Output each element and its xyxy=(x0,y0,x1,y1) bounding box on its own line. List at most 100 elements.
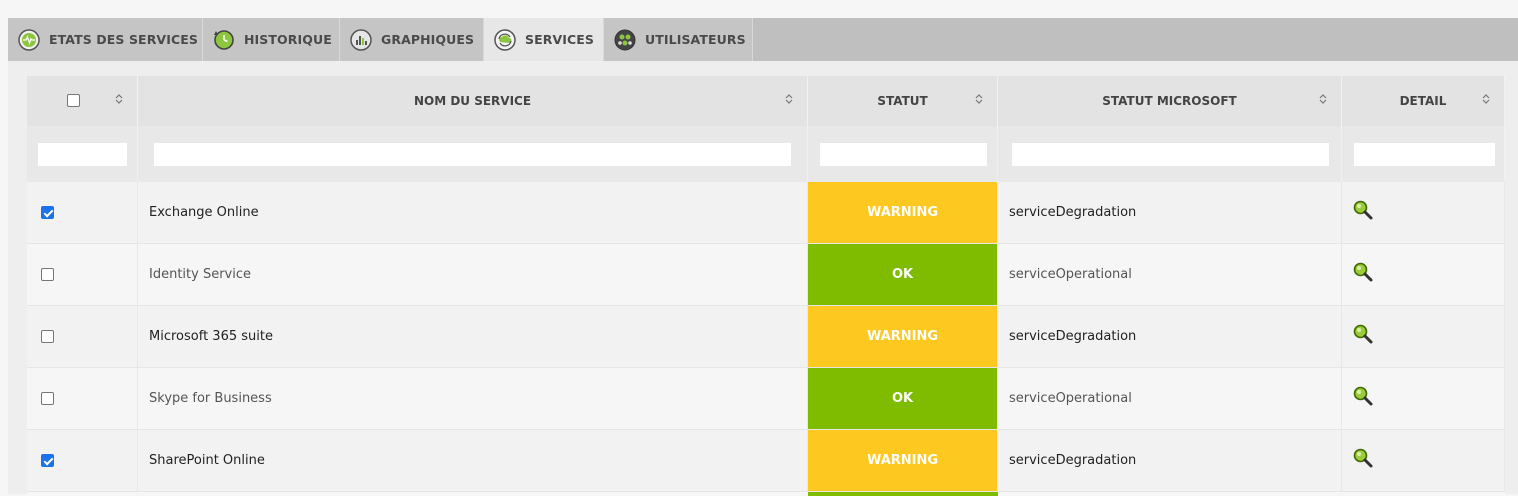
filter-cell xyxy=(808,126,998,182)
magnifier-detail-icon[interactable] xyxy=(1352,261,1374,283)
service-name-cell: Exchange Online xyxy=(138,182,808,244)
select-all-checkbox[interactable] xyxy=(67,94,80,107)
service-name: Exchange Online xyxy=(149,205,259,220)
table-row: Skype for Business OK serviceOperational xyxy=(27,368,1505,430)
sort-icon[interactable] xyxy=(1482,93,1490,105)
service-name-cell: SharePoint Online xyxy=(138,430,808,492)
tab-label: UTILISATEURS xyxy=(645,32,746,47)
cloud-sync-icon xyxy=(494,28,516,51)
ms-status: serviceDegradation xyxy=(1009,453,1137,468)
tab-historique[interactable]: HISTORIQUE xyxy=(203,18,340,61)
service-name-cell: Microsoft 365 suite xyxy=(138,306,808,368)
ms-status-cell: serviceDegradation xyxy=(998,430,1342,492)
filter-detail-input[interactable] xyxy=(1354,143,1495,166)
services-table: NOM DU SERVICE STATUT STATUT MICROSOFT D… xyxy=(27,76,1505,496)
service-name: Skype for Business xyxy=(149,391,272,406)
table-row-partial xyxy=(27,492,1505,496)
ms-status-cell: serviceOperational xyxy=(998,244,1342,306)
sort-icon[interactable] xyxy=(785,93,793,105)
detail-cell xyxy=(1342,182,1505,244)
filter-name-input[interactable] xyxy=(154,143,791,166)
detail-cell xyxy=(1342,368,1505,430)
filter-cell xyxy=(27,126,138,182)
status-badge: WARNING xyxy=(866,329,939,344)
row-checkbox[interactable] xyxy=(41,392,54,405)
ms-status: serviceOperational xyxy=(1009,391,1132,406)
row-select-cell xyxy=(27,182,138,244)
status-badge: WARNING xyxy=(866,205,939,220)
status-cell: WARNING xyxy=(808,182,998,244)
magnifier-detail-icon[interactable] xyxy=(1352,199,1374,221)
status-cell: WARNING xyxy=(808,430,998,492)
header-label: STATUT xyxy=(877,94,928,108)
service-name: SharePoint Online xyxy=(149,453,265,468)
detail-cell xyxy=(1342,244,1505,306)
row-checkbox[interactable] xyxy=(41,454,54,467)
filter-cell xyxy=(1342,126,1505,182)
service-name-cell: Identity Service xyxy=(138,244,808,306)
row-select-cell xyxy=(27,430,138,492)
filter-select-input[interactable] xyxy=(38,143,127,166)
table-row: Microsoft 365 suite WARNING serviceDegra… xyxy=(27,306,1505,368)
magnifier-detail-icon[interactable] xyxy=(1352,447,1374,469)
table-header-row: NOM DU SERVICE STATUT STATUT MICROSOFT D… xyxy=(27,76,1505,126)
tab-graphiques[interactable]: GRAPHIQUES xyxy=(340,18,484,61)
header-label: DETAIL xyxy=(1399,94,1447,108)
filter-cell xyxy=(138,126,808,182)
header-detail[interactable]: DETAIL xyxy=(1342,76,1505,126)
service-name: Identity Service xyxy=(149,267,252,282)
tab-etats-des-services[interactable]: ETATS DES SERVICES xyxy=(8,18,203,61)
ms-status: serviceDegradation xyxy=(1009,205,1137,220)
magnifier-detail-icon[interactable] xyxy=(1352,323,1374,345)
magnifier-detail-icon[interactable] xyxy=(1352,385,1374,407)
table-row: Identity Service OK serviceOperational xyxy=(27,244,1505,306)
row-select-cell xyxy=(27,244,138,306)
row-checkbox[interactable] xyxy=(41,330,54,343)
tab-bar: ETATS DES SERVICES HISTORIQUE GRAPHIQUES xyxy=(8,18,1518,61)
heartbeat-icon xyxy=(18,28,40,51)
detail-cell xyxy=(1342,306,1505,368)
table-row: SharePoint Online WARNING serviceDegrada… xyxy=(27,430,1505,492)
filter-ms-status-input[interactable] xyxy=(1012,143,1329,166)
status-cell: OK xyxy=(808,368,998,430)
service-name-cell: Skype for Business xyxy=(138,368,808,430)
history-clock-icon xyxy=(214,29,234,50)
status-badge: WARNING xyxy=(866,453,939,468)
filter-cell xyxy=(998,126,1342,182)
ms-status: serviceOperational xyxy=(1009,267,1132,282)
header-label: STATUT MICROSOFT xyxy=(1102,94,1237,108)
service-name: Microsoft 365 suite xyxy=(149,329,273,344)
sort-icon[interactable] xyxy=(1319,93,1327,105)
header-nom-du-service[interactable]: NOM DU SERVICE xyxy=(138,76,808,126)
ms-status-cell: serviceDegradation xyxy=(998,182,1342,244)
row-select-cell xyxy=(27,368,138,430)
tab-label: GRAPHIQUES xyxy=(381,32,475,47)
tab-label: HISTORIQUE xyxy=(244,32,332,47)
row-select-cell xyxy=(27,306,138,368)
header-statut[interactable]: STATUT xyxy=(808,76,998,126)
ms-status-cell: serviceOperational xyxy=(998,368,1342,430)
ms-status: serviceDegradation xyxy=(1009,329,1137,344)
main-panel: ETATS DES SERVICES HISTORIQUE GRAPHIQUES xyxy=(8,18,1518,496)
tab-label: SERVICES xyxy=(525,32,595,47)
row-checkbox[interactable] xyxy=(41,206,54,219)
status-cell xyxy=(808,492,998,496)
ms-status-cell: serviceDegradation xyxy=(998,306,1342,368)
sort-icon[interactable] xyxy=(115,93,123,105)
status-badge: OK xyxy=(891,267,914,282)
detail-cell xyxy=(1342,430,1505,492)
row-checkbox[interactable] xyxy=(41,268,54,281)
status-cell: WARNING xyxy=(808,306,998,368)
status-cell: OK xyxy=(808,244,998,306)
header-select-all xyxy=(27,76,138,126)
header-statut-microsoft[interactable]: STATUT MICROSOFT xyxy=(998,76,1342,126)
status-badge: OK xyxy=(891,391,914,406)
sort-icon[interactable] xyxy=(975,93,983,105)
filter-status-input[interactable] xyxy=(820,143,987,166)
tab-label: ETATS DES SERVICES xyxy=(49,32,198,47)
table-row: Exchange Online WARNING serviceDegradati… xyxy=(27,182,1505,244)
bar-chart-icon xyxy=(350,28,372,51)
tab-services[interactable]: SERVICES xyxy=(484,18,604,61)
header-label: NOM DU SERVICE xyxy=(413,94,532,108)
tab-utilisateurs[interactable]: UTILISATEURS xyxy=(604,18,753,61)
